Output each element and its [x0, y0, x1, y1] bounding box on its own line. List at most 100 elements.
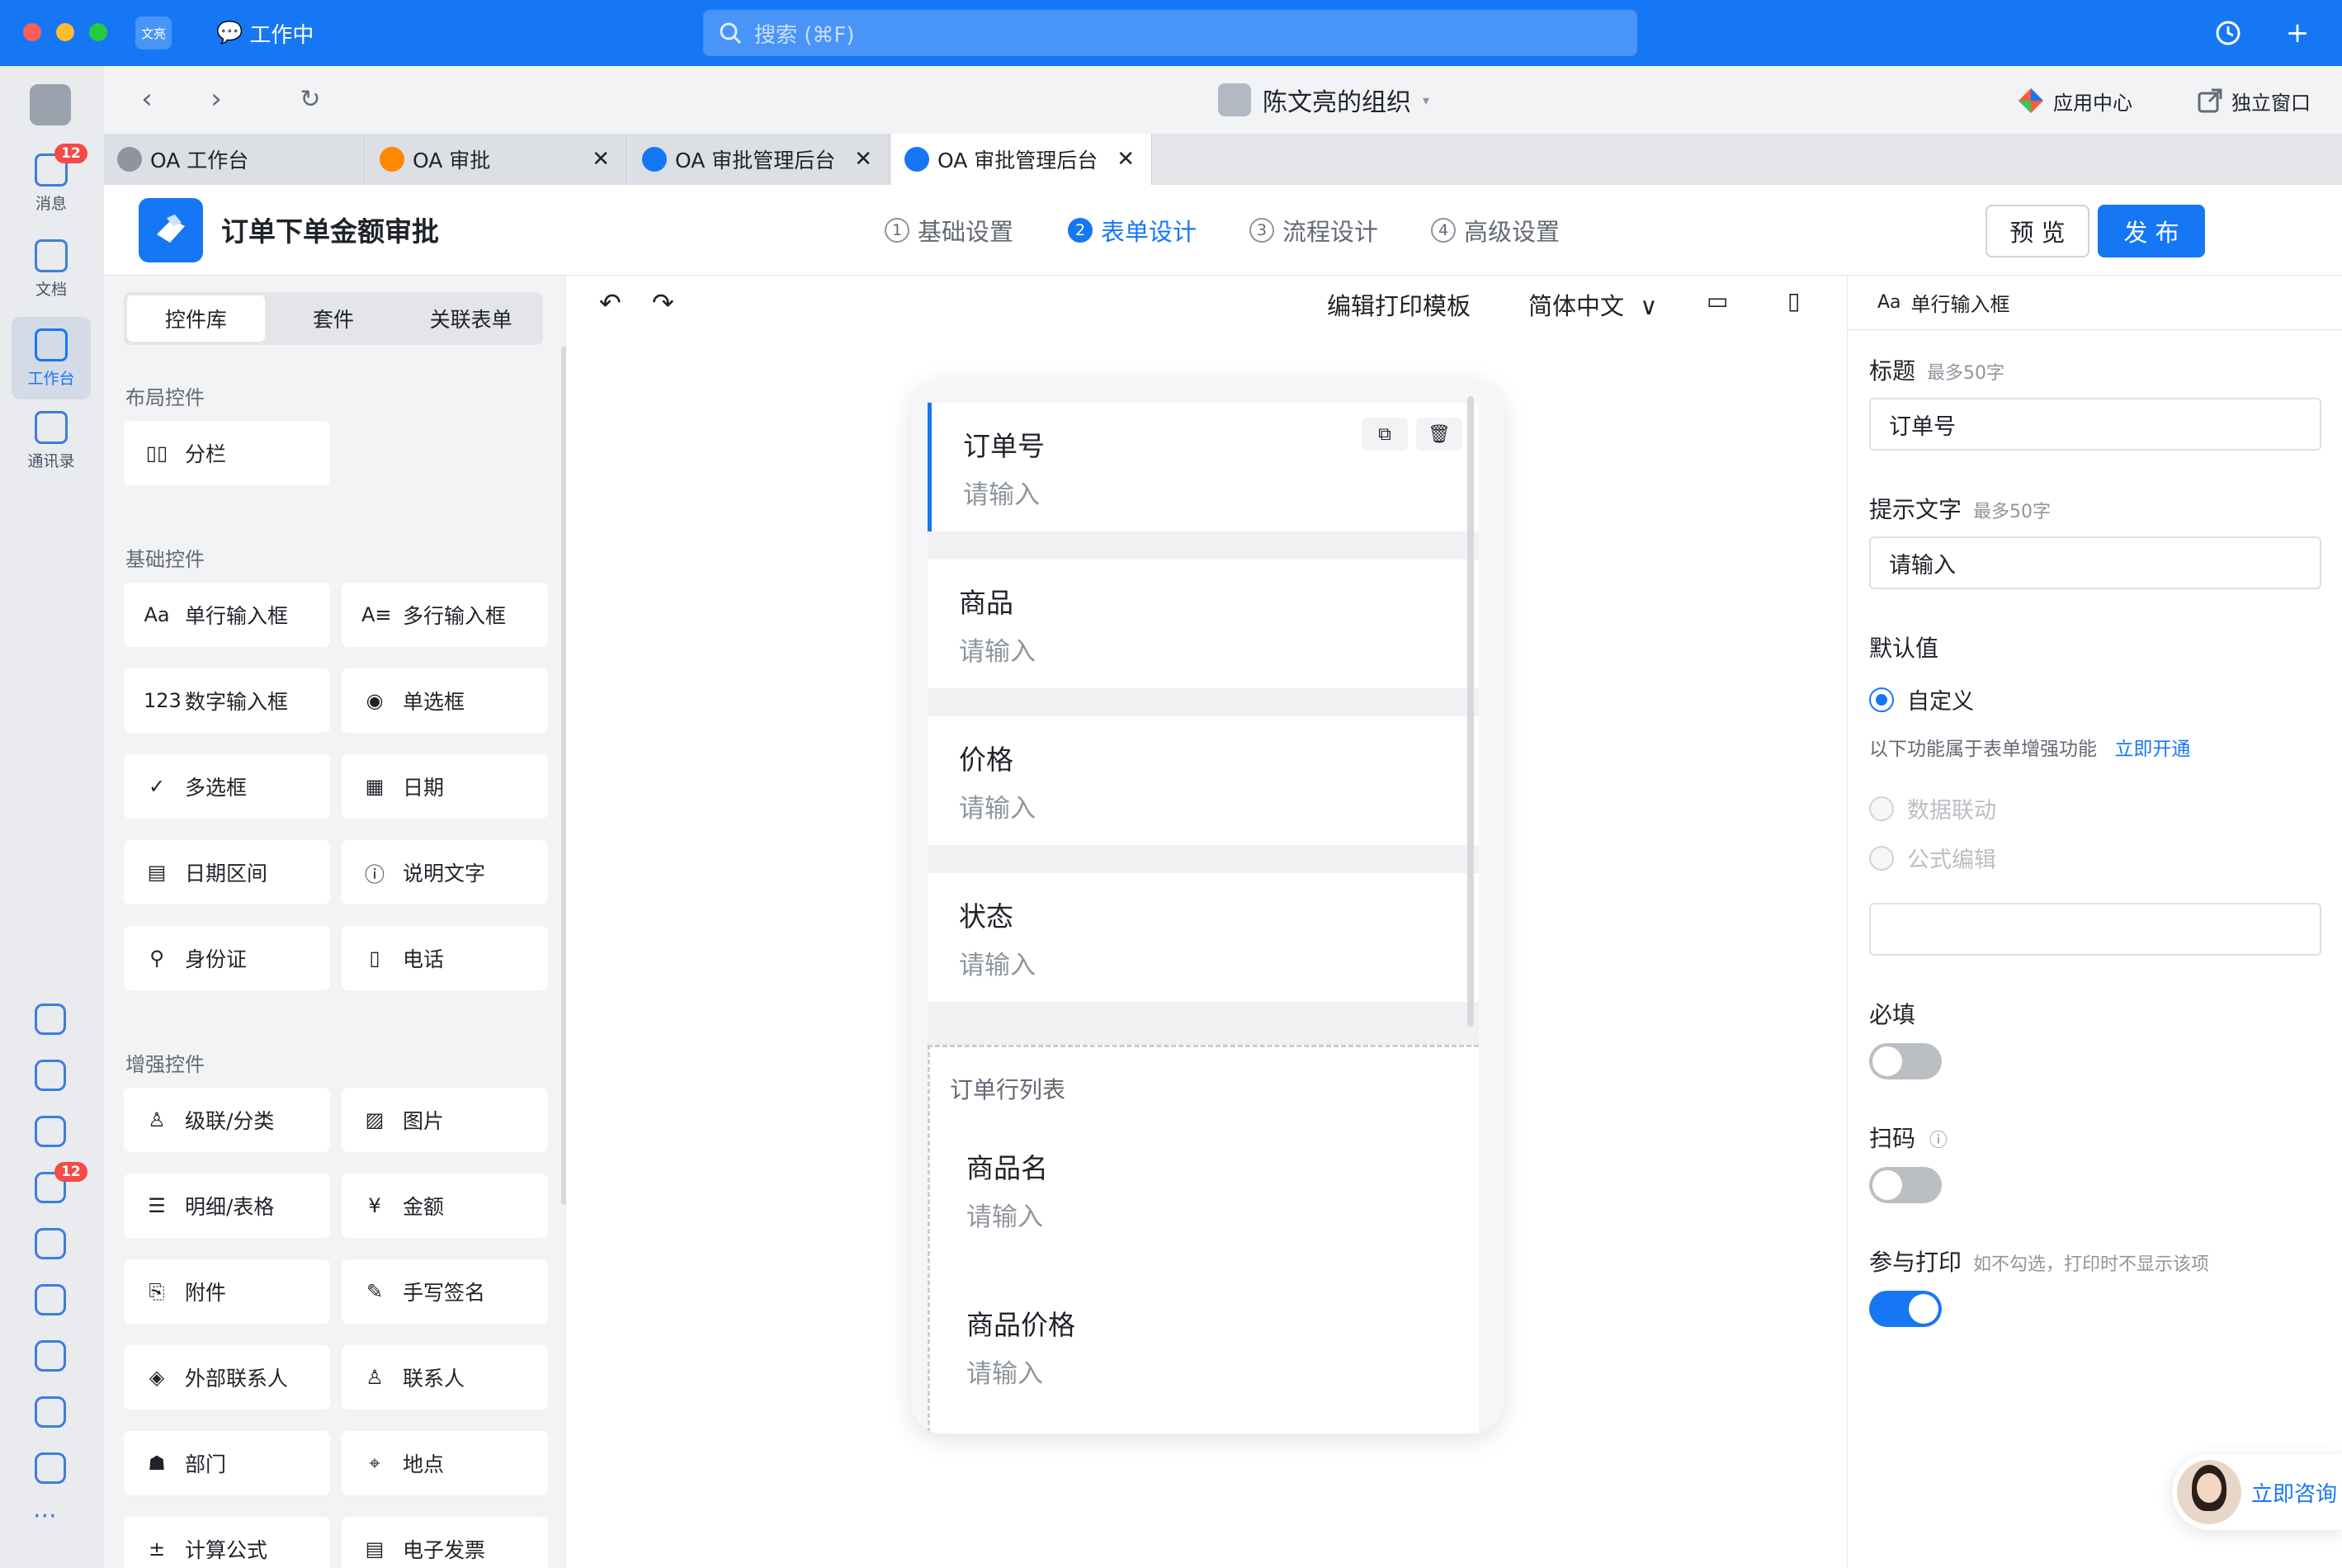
org-title[interactable]: 陈文亮的组织 ▾: [1218, 79, 1429, 120]
control-formula[interactable]: ± 计算公式: [124, 1517, 330, 1568]
rail-item-docs[interactable]: 文档: [12, 228, 91, 310]
step-process-design[interactable]: 3 流程设计: [1249, 213, 1378, 248]
form-field-product[interactable]: 商品 请输入: [928, 560, 1479, 688]
org-switcher-icon[interactable]: [30, 84, 71, 125]
calendar-icon[interactable]: [35, 1116, 66, 1147]
folder-icon[interactable]: [35, 1452, 66, 1484]
control-text-input[interactable]: Aa 单行输入框: [124, 583, 330, 647]
control-invoice[interactable]: ▤ 电子发票: [342, 1517, 548, 1568]
upgrade-link[interactable]: 立即开通: [2114, 739, 2190, 760]
undo-icon[interactable]: ↶: [599, 287, 621, 319]
form-field-status[interactable]: 状态 请输入: [928, 873, 1479, 1002]
tab-label: OA 工作台: [150, 149, 249, 172]
call-icon[interactable]: [35, 1004, 66, 1035]
info-icon[interactable]: ⓘ: [1929, 1131, 1948, 1151]
control-date-range[interactable]: ▤ 日期区间: [124, 840, 330, 904]
close-icon[interactable]: ✕: [1117, 147, 1135, 172]
mobile-preview-icon[interactable]: ▯: [1787, 287, 1800, 314]
segment-controls[interactable]: 控件库: [127, 295, 265, 342]
segment-kits[interactable]: 套件: [265, 295, 403, 342]
subfield-label[interactable]: 商品名: [966, 1146, 1048, 1186]
rail-item-messages[interactable]: 消息 12: [12, 142, 91, 224]
mail-icon[interactable]: [35, 1340, 66, 1372]
subfield-label[interactable]: 商品价格: [966, 1303, 1075, 1343]
control-attachment[interactable]: ⎘ 附件: [124, 1259, 330, 1324]
default-custom-radio[interactable]: 自定义: [1869, 683, 1974, 716]
control-calendar[interactable]: ▦ 日期: [342, 754, 548, 819]
control-info[interactable]: ⓘ 说明文字: [342, 840, 548, 904]
preview-scrollbar[interactable]: [1467, 396, 1474, 1027]
lightning-icon[interactable]: [35, 1228, 66, 1259]
step-basic-settings[interactable]: 1 基础设置: [885, 213, 1013, 248]
plus-icon[interactable]: +: [2281, 17, 2314, 50]
control-checkbox[interactable]: ✓ 多选框: [124, 754, 330, 819]
cloud-icon[interactable]: [35, 1060, 66, 1091]
agent-avatar: [2177, 1460, 2241, 1524]
number-icon: 123: [144, 689, 182, 712]
status-indicator[interactable]: 💬 工作中: [216, 18, 314, 48]
control-table[interactable]: ☰ 明细/表格: [124, 1174, 330, 1238]
cube-icon[interactable]: [35, 1284, 66, 1315]
control-person[interactable]: ♙ 联系人: [342, 1345, 548, 1410]
control-location[interactable]: ⌖ 地点: [342, 1431, 548, 1495]
global-search-input[interactable]: 搜索 (⌘F): [703, 10, 1637, 56]
copy-icon[interactable]: ⧉: [1362, 418, 1408, 451]
standalone-window-link[interactable]: 独立窗口: [2197, 84, 2311, 117]
desktop-preview-icon[interactable]: ▭: [1707, 287, 1728, 314]
forward-icon[interactable]: ›: [200, 83, 233, 116]
step-form-design[interactable]: 2 表单设计: [1068, 213, 1197, 248]
control-phone[interactable]: ▯ 电话: [342, 926, 548, 990]
tab-oa-approval[interactable]: OA 审批 ✕: [366, 134, 627, 185]
control-columns[interactable]: ▯▯ 分栏: [124, 421, 330, 485]
handshake-icon: ◈: [149, 1366, 165, 1389]
control-image[interactable]: ▨ 图片: [342, 1088, 548, 1152]
control-id-card[interactable]: ⚲ 身份证: [124, 926, 330, 990]
subform-order-lines[interactable]: 订单行列表 商品名 请输入 商品价格 请输入: [928, 1045, 1479, 1433]
required-toggle[interactable]: [1869, 1043, 1942, 1079]
edit-print-template-button[interactable]: 编辑打印模板: [1327, 287, 1471, 322]
scan-toggle[interactable]: [1869, 1167, 1942, 1203]
form-field-order-number[interactable]: 订单号 请输入 ⧉ 🗑: [928, 403, 1479, 531]
back-icon[interactable]: ‹: [130, 83, 163, 116]
trash-icon[interactable]: 🗑: [1416, 418, 1462, 451]
close-icon[interactable]: ✕: [592, 147, 610, 172]
maximize-window-button[interactable]: [89, 23, 107, 41]
preview-button[interactable]: 预 览: [1986, 205, 2089, 257]
tab-oa-admin[interactable]: OA 审批管理后台 ✕: [629, 134, 890, 185]
form-field-price[interactable]: 价格 请输入: [928, 716, 1479, 845]
control-radio[interactable]: ◉ 单选框: [342, 668, 548, 733]
rail-item-workbench[interactable]: 工作台: [12, 317, 91, 399]
org-icon: ☗: [148, 1452, 166, 1475]
minimize-window-button[interactable]: [56, 23, 74, 41]
title-input[interactable]: 订单号: [1869, 398, 2321, 451]
minutes-icon[interactable]: [35, 1396, 66, 1428]
default-value-input[interactable]: [1869, 903, 2321, 956]
control-textarea[interactable]: A≡ 多行输入框: [342, 583, 548, 647]
close-icon[interactable]: ✕: [854, 147, 872, 172]
control-money[interactable]: ¥ 金额: [342, 1174, 548, 1238]
control-org[interactable]: ☗ 部门: [124, 1431, 330, 1495]
properties-panel: Aa 单行输入框 标题 最多50字 订单号 提示文字 最多50字 请输入 默认值 自…: [1847, 276, 2342, 1568]
consult-widget[interactable]: 立即咨询: [2172, 1454, 2342, 1530]
control-number[interactable]: 123 数字输入框: [124, 668, 330, 733]
user-app-badge[interactable]: 文亮: [135, 17, 172, 50]
close-window-button[interactable]: [23, 23, 41, 41]
control-signature[interactable]: ✎ 手写签名: [342, 1259, 548, 1324]
app-center-link[interactable]: 应用中心: [2017, 84, 2132, 117]
language-select[interactable]: 简体中文 ∨: [1528, 287, 1657, 322]
segment-linked-forms[interactable]: 关联表单: [402, 295, 540, 342]
print-toggle[interactable]: [1869, 1291, 1942, 1327]
control-cascade[interactable]: ♙ 级联/分类: [124, 1088, 330, 1152]
redo-icon[interactable]: ↷: [652, 287, 674, 319]
control-handshake[interactable]: ◈ 外部联系人: [124, 1345, 330, 1410]
step-advanced-settings[interactable]: 4 高级设置: [1431, 213, 1560, 248]
tab-oa-workbench[interactable]: OA 工作台: [104, 134, 365, 185]
rail-item-contacts[interactable]: 通讯录: [12, 399, 91, 482]
publish-button[interactable]: 发 布: [2098, 205, 2205, 257]
tab-oa-admin-active[interactable]: OA 审批管理后台 ✕: [891, 134, 1152, 185]
more-icon[interactable]: ···: [33, 1502, 57, 1531]
label-text: 提示文字: [1869, 496, 1962, 523]
placeholder-input[interactable]: 请输入: [1869, 536, 2321, 589]
refresh-icon[interactable]: ↻: [294, 83, 327, 116]
history-icon[interactable]: [2212, 17, 2245, 50]
